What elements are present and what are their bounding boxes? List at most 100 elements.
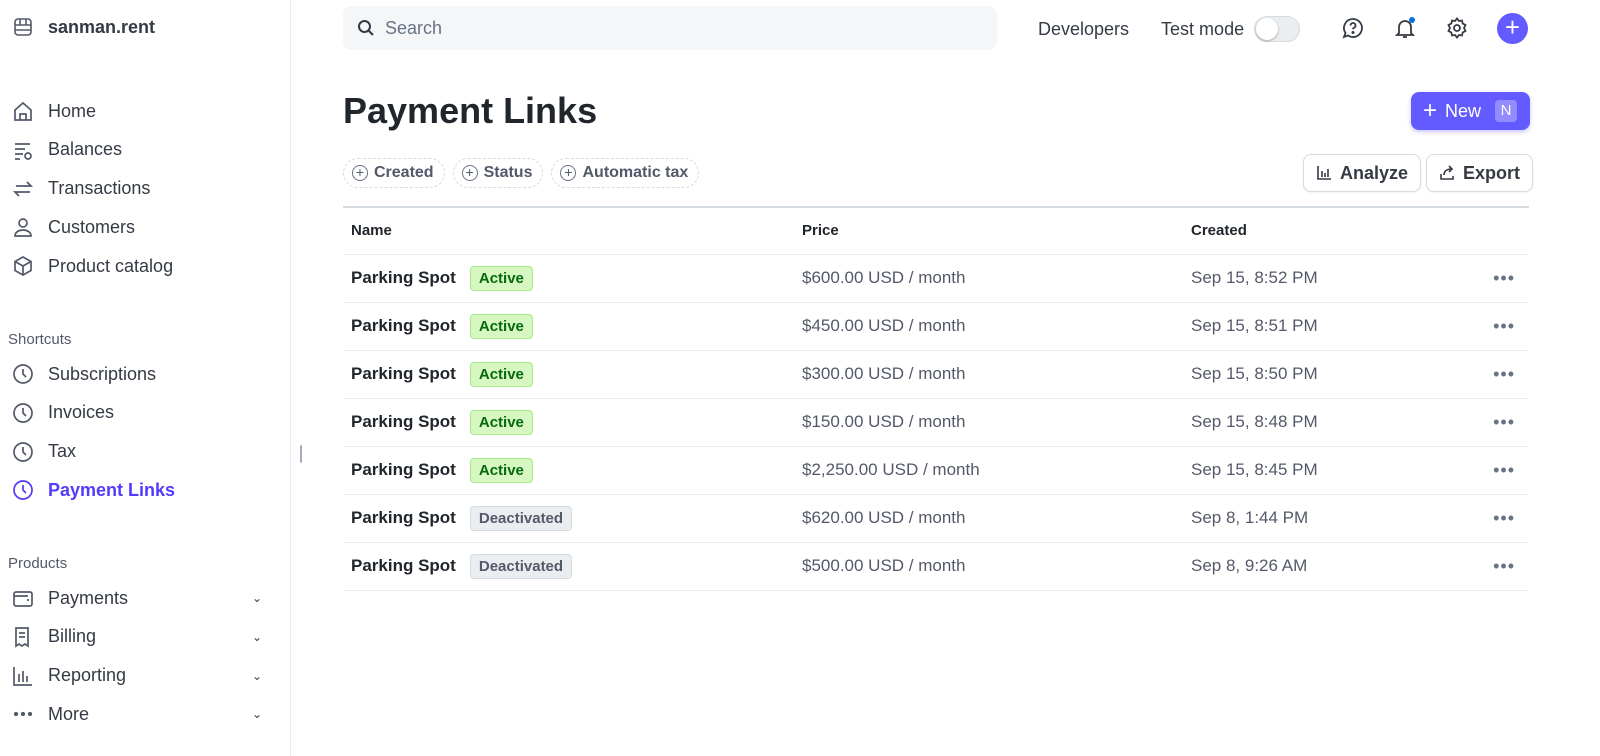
status-badge: Active xyxy=(469,265,533,291)
table-row[interactable]: Parking Spot Active $150.00 USD / month Sep… xyxy=(343,398,1529,447)
filter-status[interactable]: + Status xyxy=(452,158,544,188)
plus-icon: + xyxy=(1423,97,1438,124)
sidebar-item-more[interactable]: More ⌄ xyxy=(12,699,262,729)
table-row[interactable]: Parking Spot Active $2,250.00 USD / month S… xyxy=(343,446,1529,495)
table-row[interactable]: Parking Spot Active $300.00 USD / month Sep… xyxy=(343,350,1529,399)
clock-icon xyxy=(13,480,33,501)
link-name[interactable]: Parking Spot xyxy=(351,267,456,286)
column-header-actions xyxy=(1453,207,1529,255)
sidebar-item-payments[interactable]: Payments ⌄ xyxy=(12,583,262,613)
export-label: Export xyxy=(1463,162,1521,183)
sidebar-item-product-catalog[interactable]: Product catalog xyxy=(12,251,262,281)
shortcuts-heading: Shortcuts xyxy=(8,331,72,348)
row-actions-button[interactable]: ••• xyxy=(1453,350,1529,399)
name-cell: Parking Spot Active xyxy=(343,350,794,399)
filter-automatic-tax[interactable]: + Automatic tax xyxy=(551,158,700,188)
chevron-down-icon[interactable]: ⌄ xyxy=(252,630,262,644)
table-row[interactable]: Parking Spot Active $450.00 USD / month Sep… xyxy=(343,302,1529,351)
status-badge: Deactivated xyxy=(469,505,573,531)
row-actions-button[interactable]: ••• xyxy=(1453,446,1529,495)
clock-icon xyxy=(13,402,33,423)
chevron-down-icon[interactable]: ⌄ xyxy=(252,707,262,721)
search-bar[interactable] xyxy=(343,6,997,50)
table-row[interactable]: Parking Spot Active $600.00 USD / month Sep… xyxy=(343,254,1529,303)
developers-link[interactable]: Developers xyxy=(1038,19,1129,40)
sidebar-item-tax[interactable]: Tax xyxy=(12,437,262,467)
sidebar-item-label: Transactions xyxy=(48,178,151,199)
export-icon xyxy=(1440,165,1454,180)
status-badge: Deactivated xyxy=(469,553,573,579)
row-actions-button[interactable]: ••• xyxy=(1453,254,1529,303)
analyze-button[interactable]: Analyze xyxy=(1303,154,1422,192)
sidebar: sanman.rent Home Balances Transactions Cust… xyxy=(0,0,302,756)
link-name[interactable]: Parking Spot xyxy=(351,507,456,526)
created-cell: Sep 8, 9:26 AM xyxy=(1183,542,1453,591)
sidebar-item-transactions[interactable]: Transactions xyxy=(12,174,262,204)
sidebar-item-home[interactable]: Home xyxy=(12,96,262,126)
test-mode-toggle[interactable] xyxy=(1254,16,1301,42)
status-badge: Active xyxy=(469,457,533,483)
link-name[interactable]: Parking Spot xyxy=(351,411,456,430)
link-name[interactable]: Parking Spot xyxy=(351,555,456,574)
sidebar-item-label: Invoices xyxy=(48,402,115,423)
name-cell: Parking Spot Deactivated xyxy=(343,494,794,543)
row-actions-button[interactable]: ••• xyxy=(1453,542,1529,591)
row-actions-button[interactable]: ••• xyxy=(1453,494,1529,543)
wallet-icon xyxy=(13,591,33,607)
create-plus-button[interactable]: + xyxy=(1497,13,1528,44)
column-header-name[interactable]: Name xyxy=(343,207,794,255)
link-name[interactable]: Parking Spot xyxy=(351,459,456,478)
box-icon xyxy=(14,256,32,277)
filter-created[interactable]: + Created xyxy=(343,158,445,188)
chart-icon xyxy=(1317,166,1331,180)
search-input[interactable] xyxy=(385,17,965,39)
created-cell: Sep 8, 1:44 PM xyxy=(1183,494,1453,543)
table-row[interactable]: Parking Spot Deactivated $620.00 USD / mon… xyxy=(343,494,1529,543)
more-icon: ••• xyxy=(1493,507,1515,528)
price-cell: $600.00 USD / month xyxy=(794,254,1183,303)
created-cell: Sep 15, 8:45 PM xyxy=(1183,446,1453,495)
sidebar-item-balances[interactable]: Balances xyxy=(12,135,262,165)
sidebar-item-customers[interactable]: Customers xyxy=(12,212,262,242)
settings-icon[interactable] xyxy=(1445,16,1469,40)
new-payment-link-button[interactable]: + New N xyxy=(1411,92,1530,130)
more-icon xyxy=(13,712,33,717)
plus-circle-icon: + xyxy=(352,165,368,181)
transactions-icon xyxy=(12,180,34,197)
sidebar-item-invoices[interactable]: Invoices xyxy=(12,398,262,428)
sidebar-item-label: Payments xyxy=(48,587,129,608)
table-row[interactable]: Parking Spot Deactivated $500.00 USD / mon… xyxy=(343,542,1529,591)
sidebar-item-label: Balances xyxy=(48,139,123,160)
link-name[interactable]: Parking Spot xyxy=(351,315,456,334)
created-cell: Sep 15, 8:51 PM xyxy=(1183,302,1453,351)
export-button[interactable]: Export xyxy=(1426,154,1534,192)
status-badge: Active xyxy=(469,409,533,435)
help-icon[interactable] xyxy=(1341,16,1365,40)
row-actions-button[interactable]: ••• xyxy=(1453,398,1529,447)
chevron-down-icon[interactable]: ⌄ xyxy=(252,591,262,605)
created-cell: Sep 15, 8:52 PM xyxy=(1183,254,1453,303)
balances-icon xyxy=(15,142,32,160)
products-heading: Products xyxy=(8,555,68,572)
chevron-down-icon[interactable]: ⌄ xyxy=(252,669,262,683)
name-cell: Parking Spot Active xyxy=(343,302,794,351)
more-icon: ••• xyxy=(1493,555,1515,576)
sidebar-item-payment-links[interactable]: Payment Links xyxy=(12,475,262,505)
sidebar-item-label: Subscriptions xyxy=(48,363,157,384)
account-switcher[interactable]: sanman.rent xyxy=(12,16,155,38)
reporting-icon xyxy=(13,666,32,686)
sidebar-item-reporting[interactable]: Reporting ⌄ xyxy=(12,661,262,691)
sidebar-item-label: Payment Links xyxy=(48,479,176,500)
row-actions-button[interactable]: ••• xyxy=(1453,302,1529,351)
sidebar-item-billing[interactable]: Billing ⌄ xyxy=(12,622,262,652)
sidebar-item-subscriptions[interactable]: Subscriptions xyxy=(12,359,262,389)
sidebar-item-label: Product catalog xyxy=(48,255,174,276)
column-header-price[interactable]: Price xyxy=(794,207,1183,255)
price-cell: $300.00 USD / month xyxy=(794,350,1183,399)
filter-label: Automatic tax xyxy=(582,164,689,181)
filter-label: Created xyxy=(374,164,434,181)
notifications-icon[interactable] xyxy=(1393,16,1417,40)
column-header-created[interactable]: Created xyxy=(1183,207,1453,255)
link-name[interactable]: Parking Spot xyxy=(351,363,456,382)
sidebar-resize-handle[interactable] xyxy=(300,445,302,463)
